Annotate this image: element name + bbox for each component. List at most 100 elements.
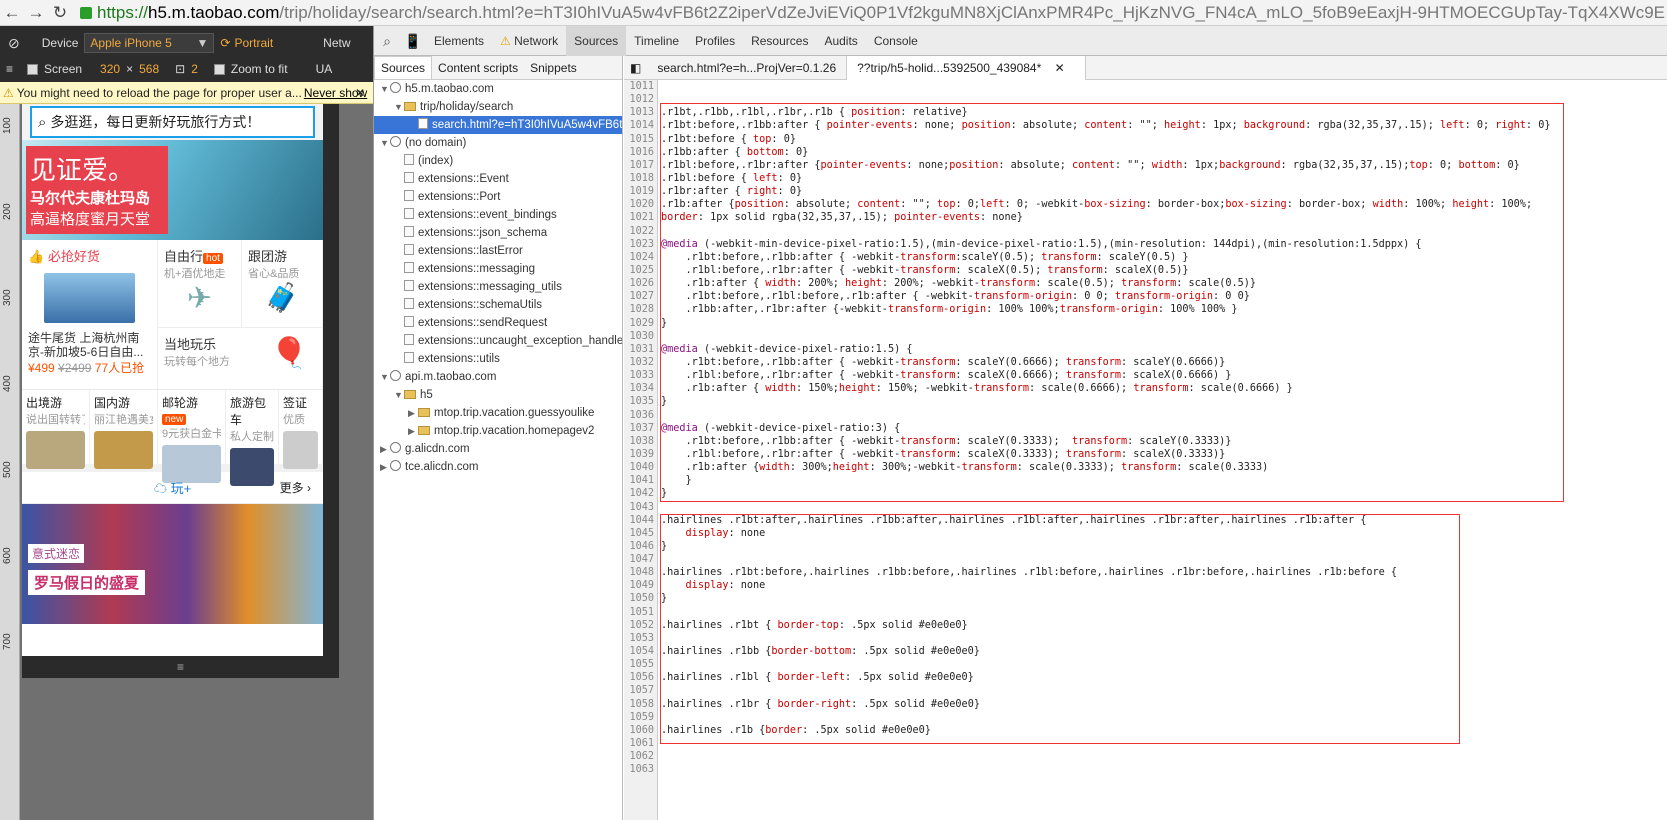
tree-node[interactable]: ▶ mtop.trip.vacation.guessyoulike	[374, 404, 622, 422]
tree-node[interactable]: ▼ api.m.taobao.com	[374, 368, 622, 386]
tree-node-label: mtop.trip.vacation.guessyoulike	[434, 407, 595, 419]
tree-node[interactable]: extensions::schemaUtils	[374, 296, 622, 314]
tree-node[interactable]: ▼ h5	[374, 386, 622, 404]
close-icon[interactable]: ✕	[355, 86, 365, 100]
tab-network[interactable]: ⚠ Network	[492, 26, 566, 56]
tree-node[interactable]: extensions::json_schema	[374, 224, 622, 242]
line-number: 1057	[629, 685, 654, 697]
rotate-icon[interactable]: ⟳	[220, 36, 230, 50]
expand-arrow-icon[interactable]: ▶	[408, 422, 418, 440]
tree-node-label: extensions::uncaught_exception_handler	[418, 335, 622, 347]
no-entry-icon[interactable]: ⊘	[8, 35, 20, 52]
tree-node[interactable]: ▼ trip/holiday/search	[374, 98, 622, 116]
file-icon	[404, 244, 414, 255]
expand-arrow-icon[interactable]: ▶	[408, 404, 418, 422]
tree-node[interactable]: extensions::messaging_utils	[374, 278, 622, 296]
promo-banner[interactable]: 见证爱。 马尔代夫康杜玛岛 高逼格度蜜月天堂	[22, 140, 323, 240]
phone-viewport[interactable]: ⌕ 多逛逛，每日更新好玩旅行方式！ 见证爱。 马尔代夫康杜玛岛 高逼格度蜜月天堂…	[22, 104, 323, 656]
ua-tab[interactable]: UA	[316, 62, 333, 76]
tab-elements[interactable]: Elements	[426, 26, 492, 56]
tree-node[interactable]: ▼ (no domain)	[374, 134, 622, 152]
expand-arrow-icon[interactable]: ▼	[380, 134, 390, 152]
tree-node[interactable]: extensions::Port	[374, 188, 622, 206]
tab-timeline[interactable]: Timeline	[626, 26, 687, 56]
height-field[interactable]: 568	[139, 62, 159, 76]
screen-checkbox[interactable]	[27, 63, 39, 75]
venice-banner[interactable]: 意式迷恋 罗马假日的盛夏	[22, 504, 323, 624]
orientation-label[interactable]: Portrait	[234, 36, 273, 50]
strip-item[interactable]: 出境游说出国转转了	[22, 390, 90, 469]
tree-node[interactable]: ▶ mtop.trip.vacation.homepagev2	[374, 422, 622, 440]
resize-handle[interactable]: ≡	[22, 656, 339, 678]
pixel-ratio-icon: ⊡	[175, 62, 186, 76]
list-icon[interactable]: ≡	[6, 62, 13, 76]
pixel-ratio-field[interactable]: 2	[191, 62, 198, 76]
search-icon[interactable]: ⌕	[374, 26, 400, 56]
navtab-content-scripts[interactable]: Content scripts	[432, 57, 524, 79]
reload-icon[interactable]: ↻	[48, 3, 72, 23]
local-play-card[interactable]: 当地玩乐 玩转每个地方 🎈	[158, 328, 323, 389]
strip-item-title: 签证	[283, 396, 308, 410]
line-number: 1015	[629, 133, 654, 145]
expand-arrow-icon[interactable]: ▶	[380, 458, 390, 476]
tree-node[interactable]: extensions::uncaught_exception_handler	[374, 332, 622, 350]
toggle-navigator-icon[interactable]: ◧	[624, 56, 647, 80]
expand-arrow-icon[interactable]: ▶	[380, 440, 390, 458]
tree-node[interactable]: extensions::sendRequest	[374, 314, 622, 332]
tree-node[interactable]: ▶ tce.alicdn.com	[374, 458, 622, 476]
free-travel-card[interactable]: 自由行 hot 机+酒优地走 ✈	[158, 240, 242, 327]
expand-arrow-icon[interactable]: ▼	[394, 98, 404, 116]
tab-sources[interactable]: Sources	[566, 25, 627, 56]
expand-arrow-icon[interactable]: ▼	[394, 386, 404, 404]
navtab-sources[interactable]: Sources	[374, 56, 433, 79]
tab-resources[interactable]: Resources	[743, 26, 816, 56]
line-number: 1034	[629, 383, 654, 395]
width-field[interactable]: 320	[100, 62, 120, 76]
tree-node[interactable]: extensions::Event	[374, 170, 622, 188]
strip-item[interactable]: 签证 优质	[279, 390, 323, 469]
tree-node[interactable]: (index)	[374, 152, 622, 170]
navtab-snippets[interactable]: Snippets	[524, 57, 583, 79]
expand-arrow-icon[interactable]: ▼	[380, 368, 390, 386]
tree-node[interactable]: extensions::event_bindings	[374, 206, 622, 224]
strip-item[interactable]: 旅游包车 私人定制	[226, 390, 279, 486]
tree-node[interactable]: extensions::messaging	[374, 260, 622, 278]
network-tab[interactable]: Netw	[323, 36, 350, 50]
close-tab-icon[interactable]: ✕	[1041, 61, 1074, 75]
line-number: 1036	[629, 409, 654, 421]
code-view[interactable]: 1011 1012 1013 1014 1015 1016 1017 1018 1019 1020…	[624, 80, 1667, 820]
forward-icon[interactable]: →	[24, 3, 48, 23]
tab-console[interactable]: Console	[866, 26, 926, 56]
editor-tab[interactable]: ??trip/h5-holid...5392500_439084* ✕	[846, 55, 1086, 80]
ruler-tick: 700	[2, 633, 13, 650]
search-input[interactable]: ⌕ 多逛逛，每日更新好玩旅行方式！	[30, 106, 315, 138]
strip-item[interactable]: 邮轮游new 9元获白金卡	[158, 390, 226, 483]
line-number: 1045	[629, 527, 654, 539]
strip-item[interactable]: 国内游丽江艳遇美女	[90, 390, 158, 469]
line-number: 1035	[629, 396, 654, 408]
zoom-checkbox[interactable]	[213, 63, 225, 75]
back-icon[interactable]: ←	[0, 3, 24, 23]
tree-node[interactable]: search.html?e=hT3I0hIVuA5w4vFB6t2Z2	[374, 116, 622, 134]
strip-item-image	[26, 431, 85, 469]
line-number: 1016	[629, 146, 654, 158]
more-link[interactable]: 更多 ›	[280, 479, 311, 496]
device-select[interactable]: Apple iPhone 5 ▼	[84, 33, 215, 53]
tree-node[interactable]: ▶ g.alicdn.com	[374, 440, 622, 458]
line-number: 1061	[629, 738, 654, 750]
expand-arrow-icon[interactable]: ▼	[380, 80, 390, 98]
tree-node[interactable]: ▼ h5.m.taobao.com	[374, 80, 622, 98]
tree-node[interactable]: extensions::utils	[374, 350, 622, 368]
tab-audits[interactable]: Audits	[816, 26, 865, 56]
group-tour-card[interactable]: 跟团游 省心&品质 🧳	[242, 240, 323, 327]
emulation-toolbar: ⊘ Device Apple iPhone 5 ▼ ⟳ Portrait Netw…	[0, 26, 373, 82]
tab-profiles[interactable]: Profiles	[687, 26, 743, 56]
url-field[interactable]: https://h5.m.taobao.com/trip/holiday/sea…	[97, 3, 1667, 23]
line-number: 1020	[629, 199, 654, 211]
deal-desc: 途牛尾货 上海杭州南京-新加坡5-6日自由...	[28, 331, 144, 359]
tree-node[interactable]: extensions::lastError	[374, 242, 622, 260]
device-mode-icon[interactable]: 📱	[400, 26, 426, 56]
deal-card[interactable]: 👍 必抢好货 途牛尾货 上海杭州南京-新加坡5-6日自由... ¥499 ¥24…	[22, 240, 158, 389]
editor-tab[interactable]: search.html?e=h...ProjVer=0.1.26	[647, 56, 846, 80]
